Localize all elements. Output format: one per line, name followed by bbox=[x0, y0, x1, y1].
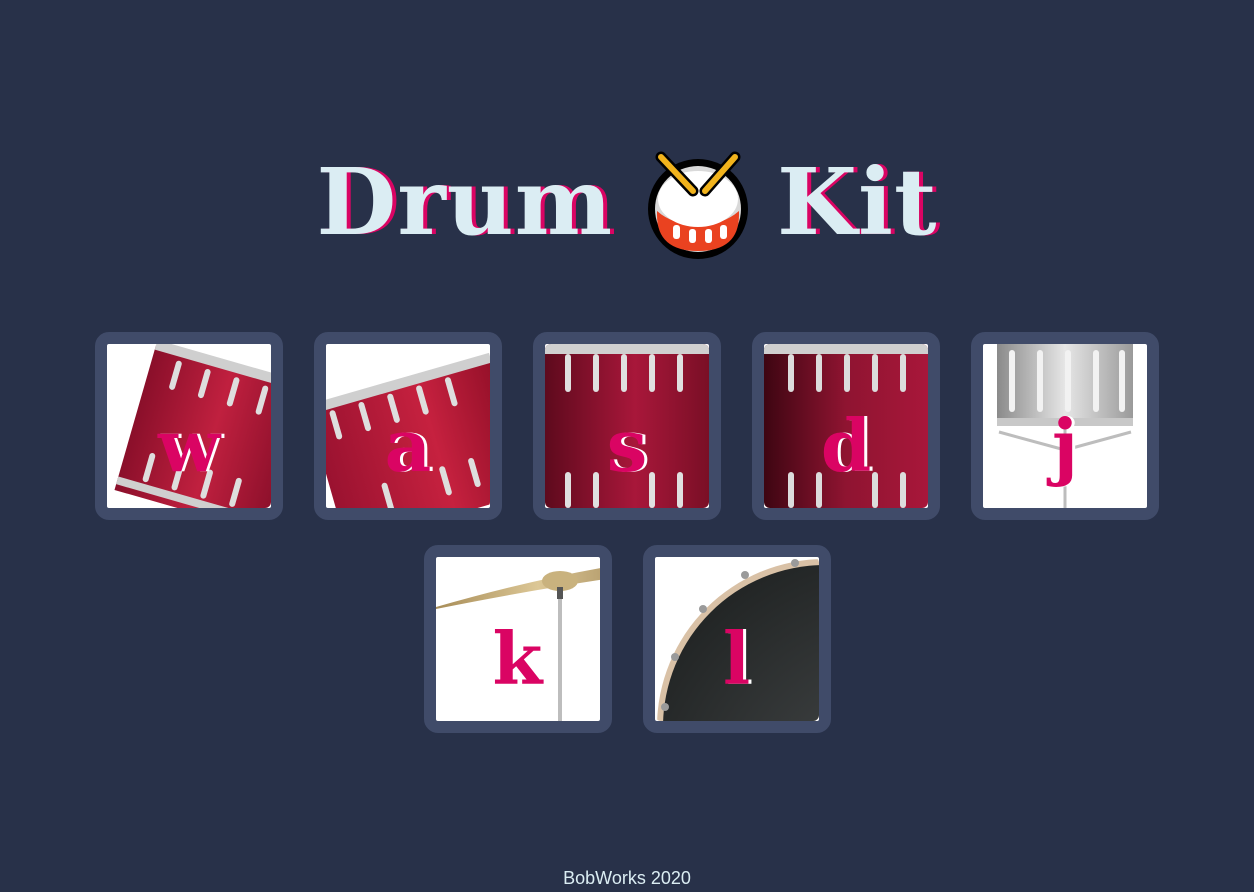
page-title: Drum Kit bbox=[0, 134, 1254, 262]
drum-kit-page: Drum Kit w a s d j k l BobWorks 2020 bbox=[0, 0, 1254, 892]
drum-key-label: s bbox=[606, 403, 648, 488]
drum-button-l[interactable]: l bbox=[642, 545, 831, 733]
drum-button-a[interactable]: a bbox=[314, 332, 502, 520]
drum-key-label: l bbox=[722, 616, 751, 701]
drum-key-label: j bbox=[1051, 403, 1079, 488]
drum-key-label: a bbox=[384, 403, 432, 488]
drum-button-w[interactable]: w bbox=[95, 332, 283, 520]
title-word-drum: Drum bbox=[316, 147, 614, 256]
drum-key-label: d bbox=[820, 403, 872, 488]
drum-key-label: k bbox=[492, 616, 543, 701]
drum-button-d[interactable]: d bbox=[752, 332, 940, 520]
footer-credit: BobWorks 2020 bbox=[563, 868, 691, 888]
drum-emoji-icon bbox=[648, 151, 749, 259]
drum-button-k[interactable]: k bbox=[423, 545, 612, 733]
drum-key-label: w bbox=[158, 403, 220, 488]
drum-button-j[interactable]: j bbox=[971, 332, 1159, 520]
title-word-kit: Kit bbox=[777, 147, 938, 256]
drum-row-bottom: k l bbox=[0, 545, 1254, 733]
drum-row-top: w a s d j bbox=[0, 332, 1254, 520]
drum-button-s[interactable]: s bbox=[533, 332, 721, 520]
